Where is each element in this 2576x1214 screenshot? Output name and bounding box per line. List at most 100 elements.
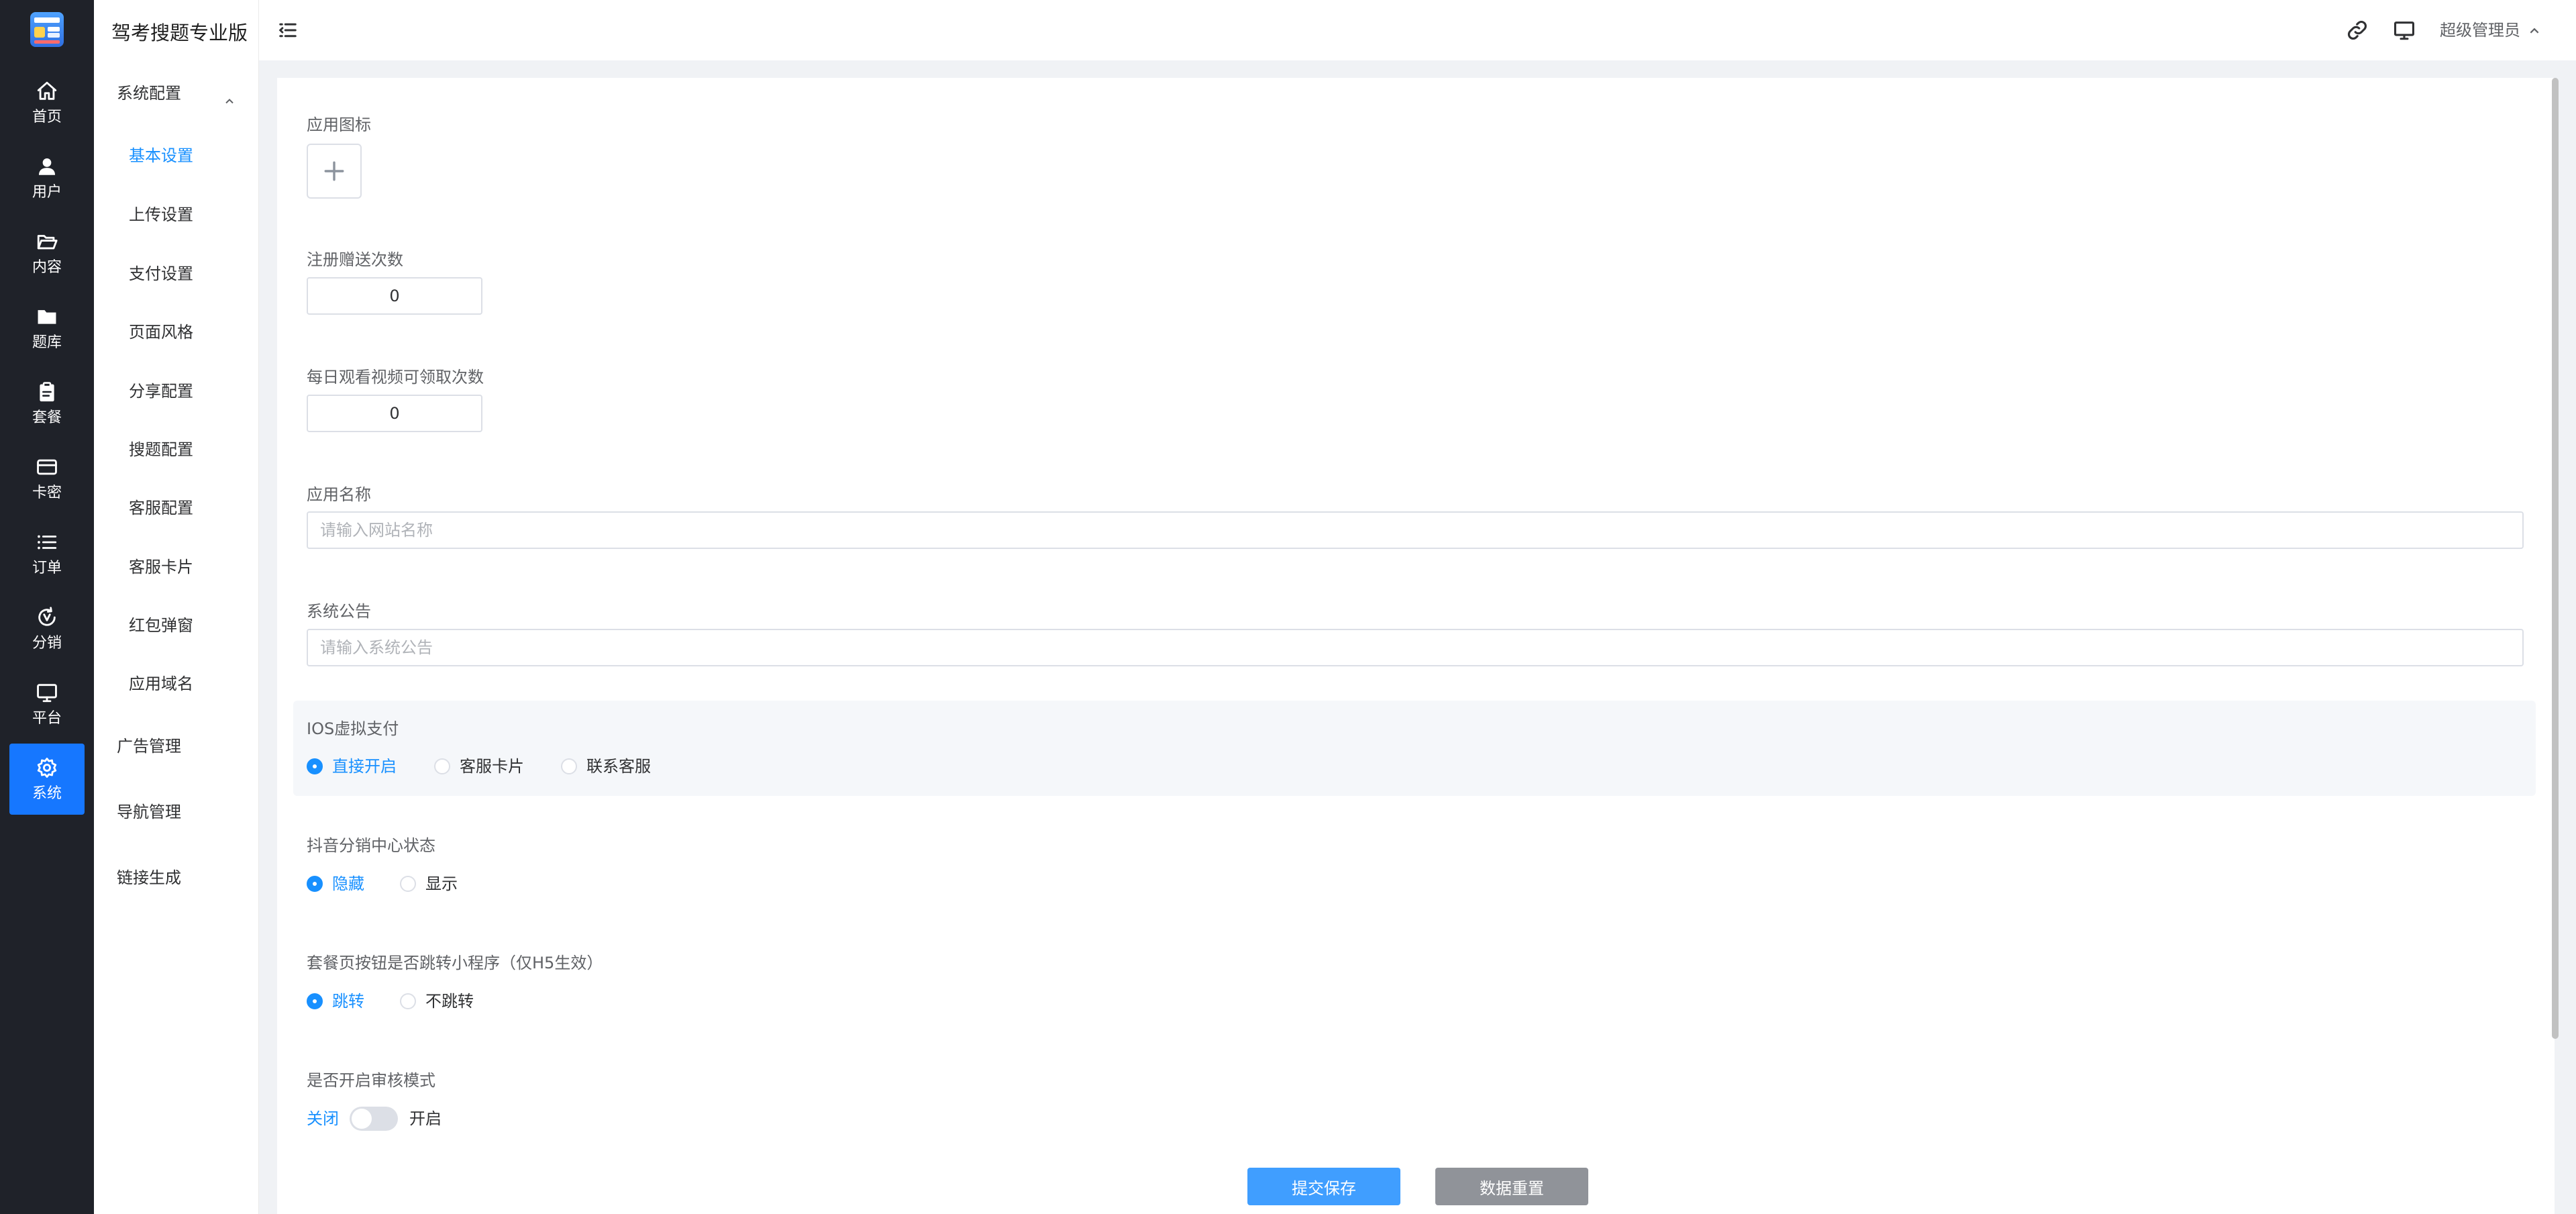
submenu-item-service-config[interactable]: 客服配置 — [129, 495, 193, 521]
submenu-item-red-packet-popup[interactable]: 红包弹窗 — [129, 612, 193, 639]
register-gift-input[interactable] — [307, 277, 482, 315]
rail-item-package[interactable]: 套餐 — [9, 368, 85, 439]
submenu-item-upload-settings[interactable]: 上传设置 — [129, 201, 193, 228]
user-icon — [38, 158, 56, 175]
submenu-item-share-config[interactable]: 分享配置 — [129, 378, 193, 405]
screen-button[interactable] — [2393, 19, 2416, 42]
rail-item-label: 卡密 — [32, 485, 62, 501]
rail-item-label: 套餐 — [32, 409, 62, 426]
monitor-icon — [2393, 21, 2415, 40]
menu-group-navigation[interactable]: 导航管理 — [117, 799, 251, 825]
gear-icon — [37, 758, 57, 778]
review-mode-label: 是否开启审核模式 — [307, 1071, 435, 1090]
folder-open-icon — [37, 235, 58, 250]
radio-dot — [400, 993, 416, 1009]
notice-input[interactable] — [307, 629, 2524, 666]
rail-item-content[interactable]: 内容 — [9, 217, 85, 289]
radio-label: 显示 — [425, 874, 458, 893]
rail-item-system[interactable]: 系统 — [9, 744, 85, 815]
register-gift-label: 注册赠送次数 — [307, 250, 403, 269]
app-name-input[interactable] — [307, 511, 2524, 549]
ios-pay-row — [293, 701, 2536, 796]
rail-item-user[interactable]: 用户 — [9, 142, 85, 213]
user-name: 超级管理员 — [2440, 21, 2520, 40]
home-icon — [37, 81, 57, 100]
app-icon-upload[interactable] — [307, 144, 362, 199]
radio-label: 隐藏 — [332, 874, 364, 893]
menu-group-link-generate[interactable]: 链接生成 — [117, 864, 251, 891]
distribution-icon — [38, 607, 56, 626]
ios-pay-radio-service-card[interactable]: 客服卡片 — [434, 756, 524, 776]
menu-group-label: 系统配置 — [117, 84, 181, 103]
daily-video-input[interactable] — [307, 395, 482, 432]
rail-item-card-key[interactable]: 卡密 — [9, 443, 85, 514]
douyin-label: 抖音分销中心状态 — [307, 836, 435, 855]
radio-dot — [307, 758, 323, 774]
rail-item-label: 分销 — [32, 635, 62, 652]
chevron-up-icon — [2530, 28, 2539, 34]
package-jump-label: 套餐页按钮是否跳转小程序（仅H5生效） — [307, 954, 603, 972]
package-jump-radio-yes[interactable]: 跳转 — [307, 991, 364, 1011]
douyin-radio-hide[interactable]: 隐藏 — [307, 874, 364, 894]
radio-label: 联系客服 — [586, 757, 651, 776]
daily-video-label: 每日观看视频可领取次数 — [307, 368, 484, 387]
submenu-item-search-config[interactable]: 搜题配置 — [129, 436, 193, 463]
rail-item-label: 订单 — [32, 560, 62, 576]
app-icon-label: 应用图标 — [307, 115, 371, 134]
ios-pay-label: IOS虚拟支付 — [307, 719, 399, 738]
app-logo-icon — [30, 12, 64, 47]
menu-fold-button[interactable] — [278, 20, 298, 40]
sub-menu: 驾考搜题专业版 系统配置 基本设置 上传设置 支付设置 页面风格 分享配置 搜题… — [94, 0, 259, 1214]
ios-pay-radio-direct[interactable]: 直接开启 — [307, 756, 397, 776]
card-icon — [37, 459, 57, 475]
radio-dot — [434, 758, 450, 774]
vertical-scrollbar[interactable] — [2552, 78, 2559, 1039]
submenu-item-app-domain[interactable]: 应用域名 — [129, 670, 193, 697]
app-name-label: 应用名称 — [307, 485, 371, 504]
review-off-label[interactable]: 关闭 — [307, 1109, 339, 1129]
submenu-item-page-style[interactable]: 页面风格 — [129, 319, 193, 346]
rail-item-label: 平台 — [32, 710, 62, 727]
review-on-label[interactable]: 开启 — [409, 1109, 442, 1129]
clipboard-icon — [40, 382, 54, 402]
submenu-item-service-card[interactable]: 客服卡片 — [129, 554, 193, 580]
menu-fold-icon — [278, 23, 297, 38]
submenu-item-payment-settings[interactable]: 支付设置 — [129, 260, 193, 287]
review-mode-switch[interactable] — [350, 1107, 398, 1131]
rail-item-label: 首页 — [32, 109, 62, 125]
radio-label: 跳转 — [332, 992, 364, 1011]
menu-group-ads[interactable]: 广告管理 — [117, 733, 251, 760]
list-icon — [38, 535, 57, 550]
rail-item-platform[interactable]: 平台 — [9, 668, 85, 740]
radio-label: 不跳转 — [425, 992, 474, 1011]
rail-item-orders[interactable]: 订单 — [9, 518, 85, 589]
rail-item-question-bank[interactable]: 题库 — [9, 293, 85, 364]
radio-dot — [307, 876, 323, 892]
icon-rail: 首页 用户 内容 题库 套餐 卡密 订单 分销 平台 系统 — [0, 0, 94, 1214]
submit-save-button[interactable]: 提交保存 — [1247, 1168, 1400, 1205]
chevron-up-icon — [224, 88, 235, 104]
notice-label: 系统公告 — [307, 602, 371, 621]
rail-item-home[interactable]: 首页 — [9, 67, 85, 138]
package-jump-radio-no[interactable]: 不跳转 — [400, 991, 474, 1011]
radio-label: 直接开启 — [332, 757, 397, 776]
menu-group-system-config[interactable]: 系统配置 — [117, 80, 251, 107]
radio-dot — [307, 993, 323, 1009]
radio-label: 客服卡片 — [460, 757, 524, 776]
ios-pay-radio-contact-service[interactable]: 联系客服 — [561, 756, 651, 776]
link-button[interactable] — [2346, 19, 2369, 42]
switch-knob — [352, 1109, 372, 1129]
radio-dot — [561, 758, 577, 774]
user-menu[interactable]: 超级管理员 — [2440, 19, 2540, 42]
rail-item-label: 内容 — [32, 259, 62, 276]
data-reset-button[interactable]: 数据重置 — [1435, 1168, 1588, 1205]
radio-dot — [400, 876, 416, 892]
app-title: 驾考搜题专业版 — [111, 21, 248, 44]
rail-item-label: 题库 — [32, 334, 62, 351]
folder-icon — [38, 310, 56, 324]
submenu-item-basic-settings[interactable]: 基本设置 — [129, 142, 193, 169]
douyin-radio-show[interactable]: 显示 — [400, 874, 458, 894]
link-icon — [2348, 21, 2367, 40]
rail-item-distribution[interactable]: 分销 — [9, 593, 85, 664]
plus-icon — [324, 161, 344, 181]
